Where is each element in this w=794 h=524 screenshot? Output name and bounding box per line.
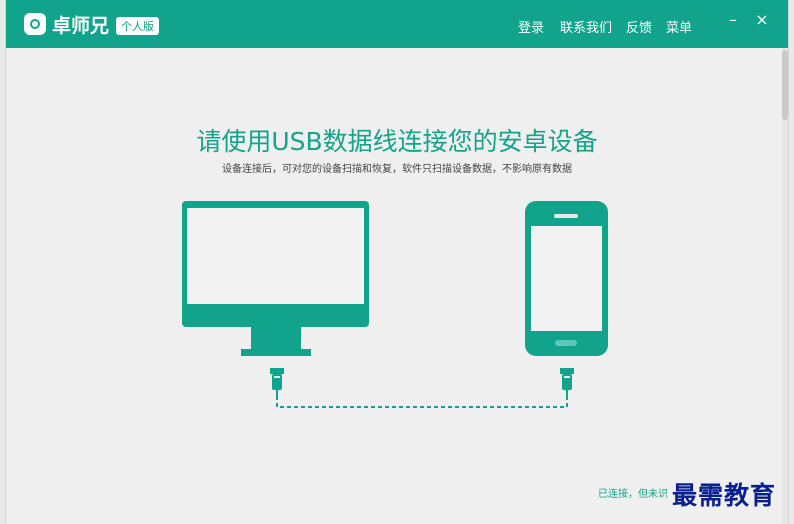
usb-plug-icon: [560, 368, 574, 396]
watermark-text: 最需教育: [672, 481, 777, 510]
phone-icon: [525, 201, 608, 356]
connection-status: 已连接，但未识: [598, 489, 668, 500]
dashed-cable-icon: [276, 396, 568, 408]
connection-illustration: [182, 201, 608, 408]
usb-plug-icon: [270, 368, 284, 396]
monitor-icon: [182, 201, 369, 356]
